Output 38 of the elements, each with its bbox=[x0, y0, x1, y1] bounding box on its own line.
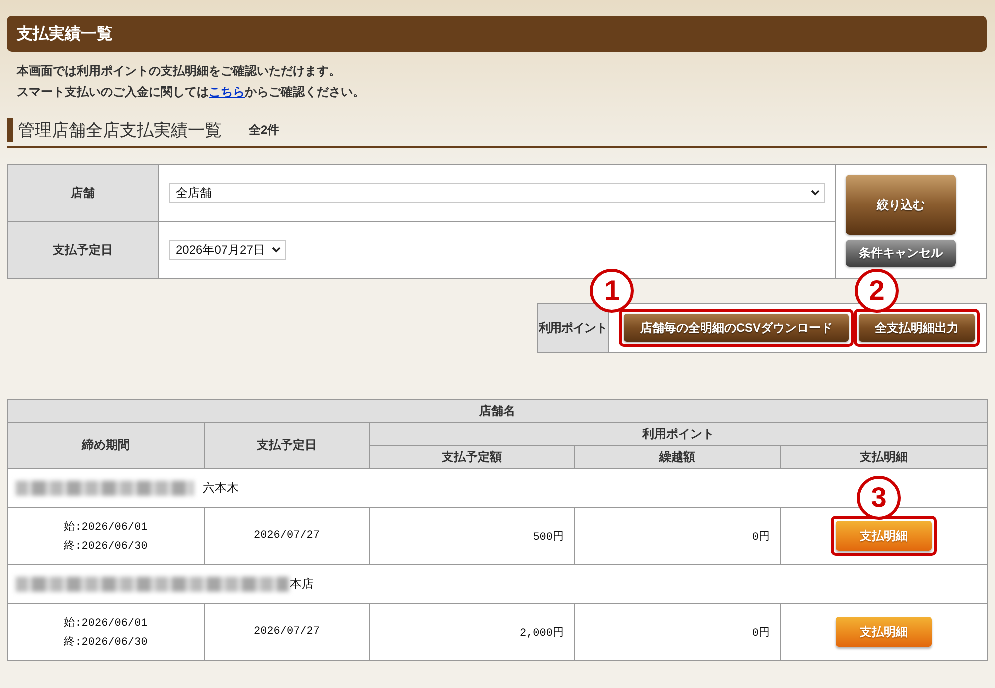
page-title: 支払実績一覧 bbox=[7, 16, 987, 52]
notice-text: 本画面では利用ポイントの支払明細をご確認いただけます。 bbox=[17, 63, 341, 80]
export-button[interactable]: 店舗毎の全明細のCSVダウンロード bbox=[624, 314, 849, 342]
heading-accent-bar bbox=[7, 118, 13, 142]
step-marker: 2 bbox=[855, 269, 899, 313]
table-cell: 500円 bbox=[370, 508, 574, 564]
table-cell: 0円 bbox=[574, 508, 780, 564]
here-link[interactable]: こちら bbox=[209, 85, 245, 99]
table-cell: 0円 bbox=[574, 604, 780, 660]
period-end: 終:2026/06/30 bbox=[64, 635, 148, 649]
chevron-down-icon bbox=[811, 190, 820, 196]
section-title: 管理店舗全店支払実績一覧 bbox=[18, 120, 222, 142]
table-cell: 2026/07/27 bbox=[204, 604, 370, 660]
column-header: 店舗名 bbox=[8, 400, 988, 422]
column-header: 利用ポイント bbox=[370, 422, 988, 446]
period-start: 始:2026/06/01 bbox=[64, 520, 148, 534]
column-header: 繰越額 bbox=[574, 446, 780, 468]
chevron-down-icon bbox=[272, 247, 282, 253]
notice-text: スマート支払いのご入金に関してはこちらからご確認ください。 bbox=[17, 84, 365, 101]
period-end: 終:2026/06/30 bbox=[64, 539, 148, 553]
column-header: 支払予定日 bbox=[204, 422, 370, 468]
points-label: 利用ポイント bbox=[538, 304, 608, 352]
column-header: 支払予定額 bbox=[370, 446, 574, 468]
table-cell: 2026/07/27 bbox=[204, 508, 370, 564]
clear-conditions-button[interactable]: 条件キャンセル bbox=[846, 240, 956, 267]
export-button[interactable]: 全支払明細出力 bbox=[859, 314, 975, 342]
result-count: 全2件 bbox=[249, 122, 280, 138]
store-name: 本店 bbox=[290, 576, 314, 592]
filter-label: 支払予定日 bbox=[8, 222, 158, 278]
column-header: 支払明細 bbox=[780, 446, 988, 468]
table-cell: 2,000円 bbox=[370, 604, 574, 660]
period-start: 始:2026/06/01 bbox=[64, 616, 148, 630]
column-header: 締め期間 bbox=[8, 422, 204, 468]
select-field[interactable]: 全店舗 bbox=[169, 183, 825, 203]
store-name: 六本木 bbox=[203, 480, 239, 496]
select-field[interactable]: 2026年07月27日 bbox=[169, 240, 286, 260]
filter-button[interactable]: 絞り込む bbox=[846, 175, 956, 235]
filter-label: 店舗 bbox=[8, 164, 158, 222]
